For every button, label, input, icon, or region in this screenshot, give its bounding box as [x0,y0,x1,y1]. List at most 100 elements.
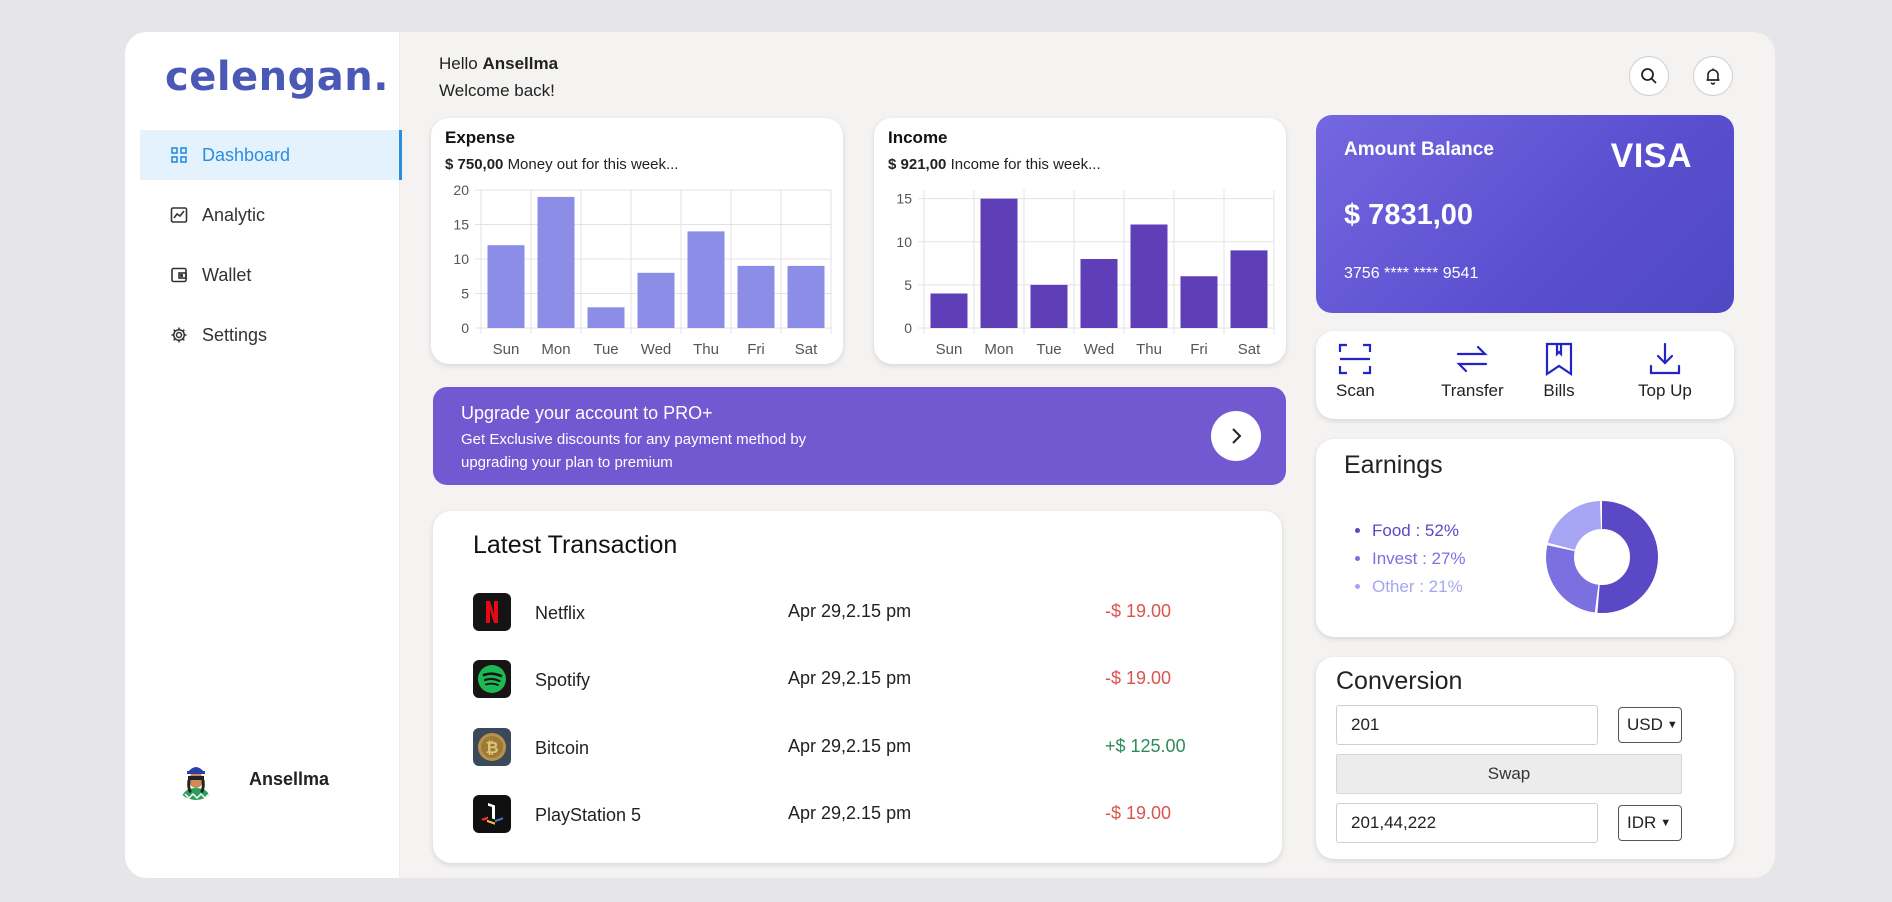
expense-chart: 0 5 10 15 20 Sun Mon Tue Wed Thu Fri Sat [453,182,832,358]
search-button[interactable] [1629,56,1669,96]
user-profile[interactable]: Ansellma [175,758,329,800]
brand-logo[interactable]: celengan. [165,54,389,100]
transaction-name: Spotify [535,670,591,690]
x-tick-label: Thu [1136,341,1162,358]
gear-icon [171,327,187,343]
bar[interactable] [687,231,725,328]
transaction-date: Apr 29,2.15 pm [788,668,912,688]
chevron-down-icon: ▼ [1666,719,1678,731]
earnings-legend: Food : 52% Invest : 27% Other : 21% [1372,517,1466,601]
action-label: Bills [1543,381,1575,400]
legend-item-other: Other : 21% [1372,573,1466,601]
x-tick-label: Fri [747,341,765,358]
transactions-title: Latest Transaction [473,531,678,559]
sidebar: celengan. Dashboard Analytic Wallet Sett… [125,32,402,878]
x-tick-label: Sun [936,341,963,358]
to-amount-input[interactable]: 201,44,222 [1336,803,1598,843]
spotify-icon [473,660,511,698]
promo-title: Upgrade your account to PRO+ [461,403,713,423]
sidebar-item-settings[interactable]: Settings [140,310,402,360]
x-tick-label: Tue [593,341,618,358]
y-tick-label: 0 [461,320,469,336]
earnings-title: Earnings [1344,451,1443,479]
balance-card[interactable]: Amount Balance VISA $ 7831,00 3756 **** … [1316,115,1734,313]
search-icon [1641,68,1657,84]
sidebar-item-analytic[interactable]: Analytic [140,190,402,240]
greeting: Hello Ansellma Welcome back! [439,50,558,104]
bar[interactable] [1030,284,1068,328]
sidebar-item-label: Dashboard [202,144,291,165]
action-label: Transfer [1441,381,1504,400]
transaction-row[interactable]: Spotify Apr 29,2.15 pm -$ 19.00 [473,660,1193,700]
to-currency-select[interactable]: IDR ▼ [1618,805,1682,841]
from-amount-input[interactable]: 201 [1336,705,1598,745]
y-tick-label: 0 [904,320,912,336]
chevron-down-icon: ▼ [1660,817,1672,829]
bar[interactable] [1230,250,1268,328]
bills-button[interactable]: Bills [1541,341,1577,401]
y-tick-label: 20 [453,182,469,198]
transaction-row[interactable]: Netflix Apr 29,2.15 pm -$ 19.00 [473,593,1193,633]
wallet-icon [171,267,187,283]
transaction-amount: +$ 125.00 [1105,736,1186,756]
bar[interactable] [537,196,575,328]
conversion-title: Conversion [1336,667,1463,695]
notification-button[interactable] [1693,56,1733,96]
balance-amount: $ 7831,00 [1344,199,1474,231]
bar[interactable] [587,307,625,328]
sidebar-nav: Dashboard Analytic Wallet Settings [140,130,402,370]
x-tick-label: Mon [541,341,570,358]
card-brand: VISA [1610,137,1692,175]
x-tick-label: Wed [641,341,672,358]
action-label: Top Up [1638,381,1692,400]
legend-item-food: Food : 52% [1372,517,1466,545]
bar[interactable] [1080,259,1118,328]
top-up-button[interactable]: Top Up [1638,341,1692,401]
sidebar-item-label: Settings [202,324,268,345]
download-icon [1649,342,1681,375]
y-tick-label: 5 [461,286,469,302]
bar[interactable] [1130,224,1168,329]
x-tick-label: Sat [1238,341,1261,358]
chevron-right-icon [1232,428,1242,444]
transaction-date: Apr 29,2.15 pm [788,601,912,621]
balance-label: Amount Balance [1344,139,1494,160]
transaction-date: Apr 29,2.15 pm [788,736,912,756]
y-tick-label: 15 [896,191,912,207]
from-currency-select[interactable]: USD ▼ [1618,707,1682,743]
bar[interactable] [637,272,675,328]
x-tick-label: Tue [1036,341,1061,358]
bar[interactable] [487,245,525,328]
bitcoin-icon: ₿ [473,728,511,766]
sidebar-item-dashboard[interactable]: Dashboard [140,130,402,180]
bar[interactable] [737,265,775,328]
transaction-date: Apr 29,2.15 pm [788,803,912,823]
transfer-button[interactable]: Transfer [1441,341,1504,401]
bar[interactable] [787,265,825,328]
sidebar-item-wallet[interactable]: Wallet [140,250,402,300]
to-currency-value: IDR [1627,813,1657,832]
quick-actions: Scan Transfer Bills Top Up [1316,331,1734,419]
scan-icon [1339,343,1372,375]
x-tick-label: Fri [1190,341,1208,358]
action-label: Scan [1336,381,1375,400]
y-tick-label: 15 [453,217,469,233]
y-tick-label: 10 [896,234,912,250]
scan-button[interactable]: Scan [1336,341,1375,401]
bar[interactable] [1180,276,1218,328]
card-number: 3756 **** **** 9541 [1344,265,1479,282]
earnings-card: Earnings Food : 52% Invest : 27% Other :… [1316,439,1734,637]
legend-item-invest: Invest : 27% [1372,545,1466,573]
y-tick-label: 5 [904,277,912,293]
user-name: Ansellma [249,768,330,789]
transaction-amount: -$ 19.00 [1105,601,1172,621]
swap-button[interactable]: Swap [1336,754,1682,794]
expense-card: Expense $ 750,00 Money out for this week… [431,118,843,364]
promo-next-button[interactable] [1211,411,1261,461]
transfer-icon [1456,345,1488,373]
transaction-name: PlayStation 5 [535,805,642,825]
bar[interactable] [980,198,1018,328]
transaction-row[interactable]: ₿ Bitcoin Apr 29,2.15 pm +$ 125.00 [473,728,1193,768]
transaction-row[interactable]: PlayStation 5 Apr 29,2.15 pm -$ 19.00 [473,795,1193,835]
bar[interactable] [930,293,968,329]
